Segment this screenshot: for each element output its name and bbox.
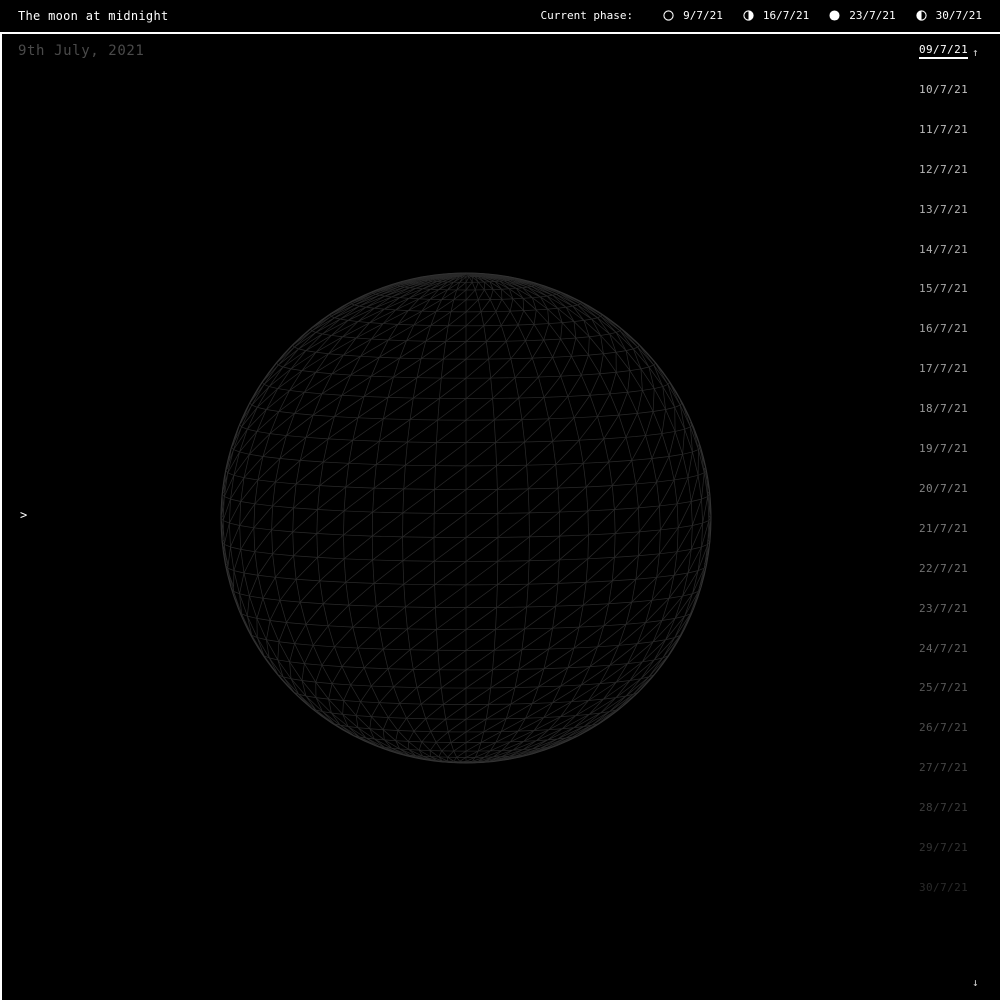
date-list-item[interactable]: 10/7/21 [919,83,968,96]
phase-label: Current phase: [540,9,634,22]
date-list-item[interactable]: 21/7/21 [919,522,968,535]
last-quarter-moon-icon [916,10,927,21]
phase-full-moon[interactable]: 23/7/21 [829,9,896,22]
date-list-item[interactable]: 16/7/21 [919,322,968,335]
date-list-item[interactable]: 13/7/21 [919,203,968,216]
date-list-item[interactable]: 12/7/21 [919,163,968,176]
phase-bar: Current phase: 9/7/21 16/7/21 23/7/21 30… [540,9,982,22]
phase-date: 30/7/21 [935,9,982,22]
prev-arrow-button[interactable]: > [20,508,27,522]
date-list-item[interactable]: 17/7/21 [919,362,968,375]
moon-sphere[interactable] [219,271,713,765]
date-list-item[interactable]: 14/7/21 [919,243,968,256]
app-title: The moon at midnight [18,9,169,23]
new-moon-icon [663,10,674,21]
scroll-up-arrow-icon[interactable]: ↑ [972,46,979,59]
date-list-item[interactable]: 23/7/21 [919,602,968,615]
date-list-item[interactable]: 24/7/21 [919,642,968,655]
phase-date: 9/7/21 [683,9,723,22]
date-list-item[interactable]: 25/7/21 [919,681,968,694]
scroll-down-arrow-icon[interactable]: ↓ [972,976,979,989]
first-quarter-moon-icon [743,10,754,21]
phase-last-quarter[interactable]: 30/7/21 [916,9,982,22]
current-date-heading: 9th July, 2021 [18,43,145,59]
date-list-item[interactable]: 19/7/21 [919,442,968,455]
date-list-item[interactable]: 22/7/21 [919,562,968,575]
date-list-item[interactable]: 15/7/21 [919,282,968,295]
date-list-item[interactable]: 20/7/21 [919,482,968,495]
phase-date: 16/7/21 [762,9,810,22]
date-list-item[interactable]: 27/7/21 [919,761,968,774]
date-list-item[interactable]: 11/7/21 [919,123,968,136]
moon-wireframe [220,272,712,764]
date-list-item-selected[interactable]: 09/7/21 [919,43,969,59]
phase-date: 23/7/21 [849,9,896,22]
date-list-item[interactable]: 18/7/21 [919,402,968,415]
top-bar: The moon at midnight Current phase: 9/7/… [0,0,1000,34]
date-list-item[interactable]: 26/7/21 [919,721,968,734]
phase-first-quarter[interactable]: 16/7/21 [743,9,809,22]
full-moon-icon [829,10,840,21]
date-list-item[interactable]: 30/7/21 [919,881,968,894]
date-list-item[interactable]: 28/7/21 [919,801,968,814]
date-list-item[interactable]: 29/7/21 [919,841,968,854]
phase-new-moon[interactable]: 9/7/21 [663,9,723,22]
